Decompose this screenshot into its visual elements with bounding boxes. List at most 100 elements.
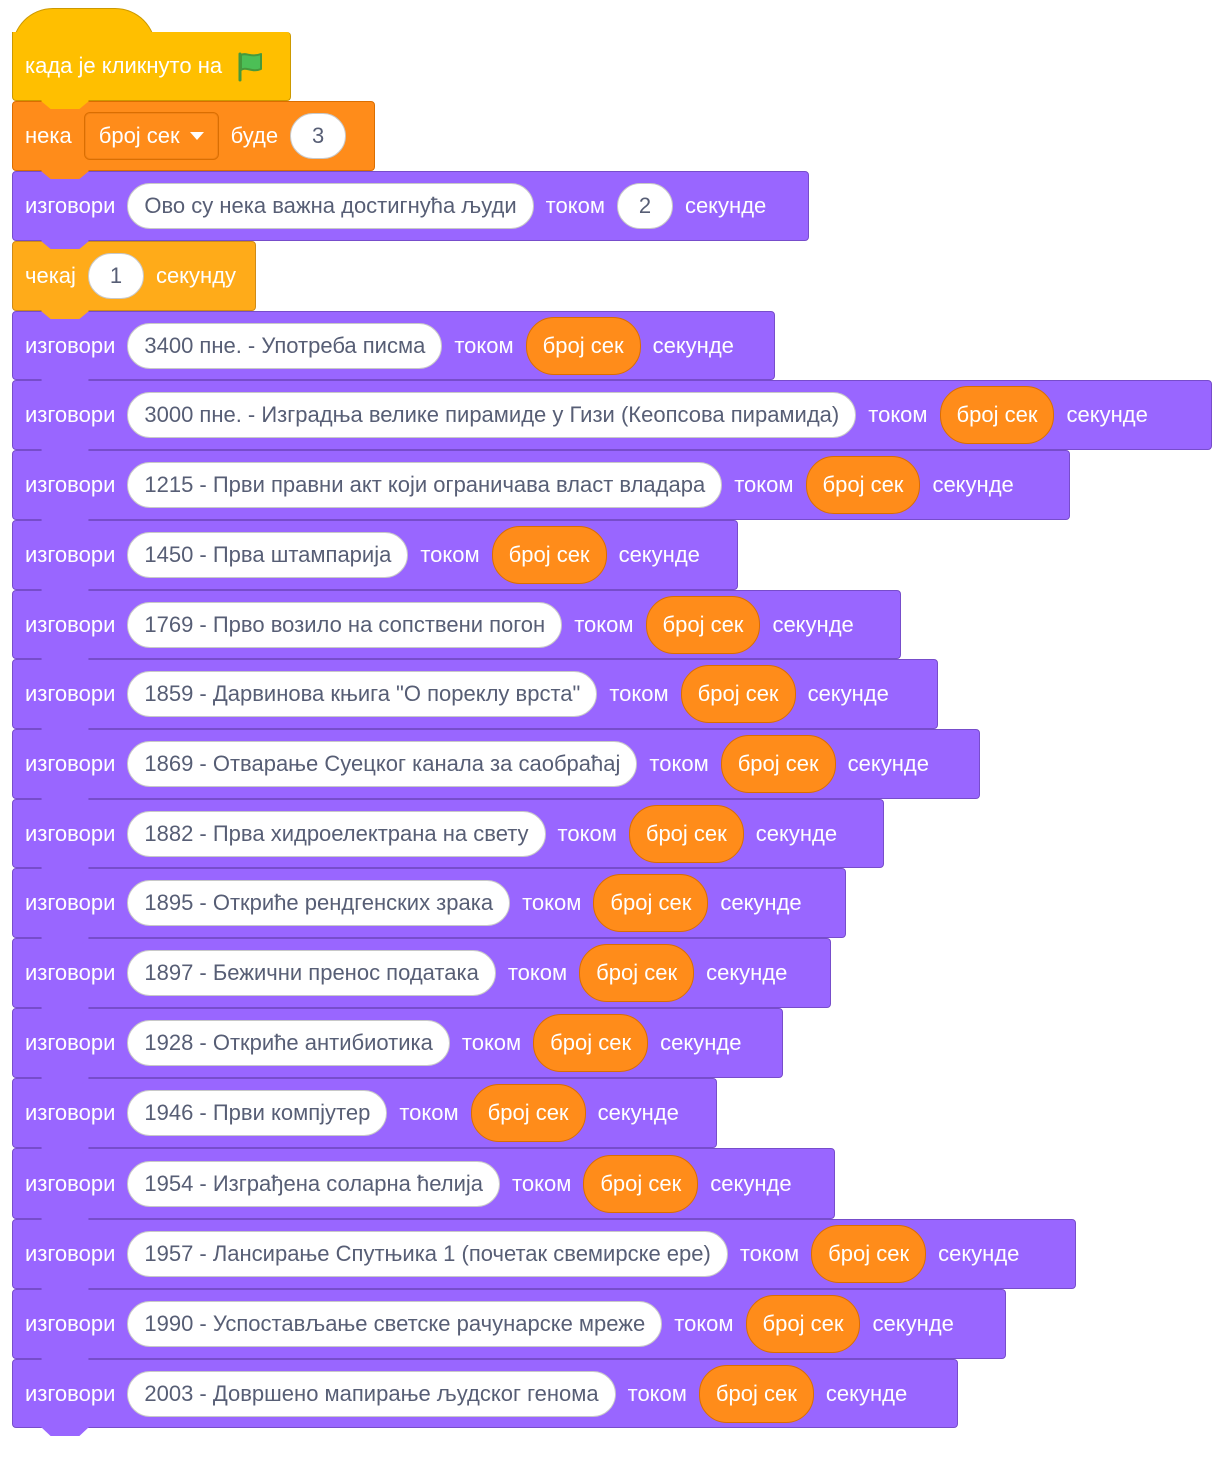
say-message-input[interactable]: 1882 - Прва хидроелектрана на свету	[127, 810, 546, 857]
for-label: током	[454, 332, 514, 358]
variable-reporter[interactable]: број сек	[805, 456, 921, 514]
variable-reporter[interactable]: број сек	[939, 386, 1055, 444]
say-for-secs-block[interactable]: изговори 1990 - Успостављање светске рачу…	[12, 1289, 1006, 1367]
say-label: изговори	[25, 193, 116, 218]
seconds-label: секунде	[807, 681, 889, 706]
say-message-input[interactable]: 1990 - Успостављање светске рачунарске м…	[127, 1301, 663, 1347]
say-label: изговори	[25, 1030, 116, 1055]
wait-label: чекај	[25, 263, 76, 288]
seconds-label: секунде	[772, 611, 854, 637]
say-label: изговори	[25, 542, 116, 567]
block-notch	[41, 520, 89, 528]
say-for-secs-block[interactable]: изговори 1895 - Откриће рендгенских зрака…	[12, 868, 846, 946]
say-label: изговори	[25, 960, 116, 985]
say-message-input[interactable]: 1946 - Први компјутер	[127, 1090, 388, 1136]
variable-reporter[interactable]: број сек	[491, 526, 607, 584]
wait-block[interactable]: чекај 1 секунду	[12, 241, 256, 319]
say-for-secs-block[interactable]: изговори 1954 - Изграђена соларна ћелија т…	[12, 1148, 835, 1227]
say-for-secs-block[interactable]: изговори 1450 - Прва штампарија током број …	[12, 520, 738, 598]
say-message-input[interactable]: 1895 - Откриће рендгенских зрака	[127, 880, 511, 926]
say-for-secs-block[interactable]: изговори 1869 - Отварање Суецког канала з…	[12, 729, 980, 807]
say-for-secs-block[interactable]: изговори 1882 - Прва хидроелектрана на св…	[12, 799, 884, 876]
block-notch	[41, 729, 89, 737]
say-message-input[interactable]: 3400 пне. - Употреба писма	[127, 322, 443, 369]
seconds-label: секунде	[932, 472, 1014, 497]
block-notch	[41, 1008, 89, 1016]
say-label: изговори	[25, 1241, 116, 1266]
say-for-secs-block[interactable]: изговори 3400 пне. - Употреба писма током б…	[12, 311, 775, 388]
when-flag-clicked-block[interactable]: када је кликнуто на	[12, 32, 291, 109]
variable-reporter[interactable]: број сек	[470, 1084, 586, 1142]
variable-reporter[interactable]: број сек	[720, 735, 836, 793]
say-for-secs-block[interactable]: изговори 1215 - Први правни акт који огра…	[12, 450, 1070, 528]
block-notch	[41, 311, 89, 319]
say-message-input[interactable]: 1869 - Отварање Суецког канала за саобра…	[127, 741, 638, 787]
say-label: изговори	[25, 1170, 116, 1196]
set-value-input[interactable]: 3	[290, 113, 347, 159]
say-message-input[interactable]: 1928 - Откриће антибиотика	[127, 1020, 450, 1066]
seconds-label: секунде	[618, 542, 700, 567]
for-label: током	[420, 542, 480, 567]
for-label: током	[512, 1170, 572, 1196]
for-label: током	[627, 1380, 687, 1406]
say-for-secs-block[interactable]: изговори 1946 - Први компјутер током број с…	[12, 1078, 717, 1156]
say-message-input[interactable]: 3000 пне. - Изградња велике пирамиде у Г…	[127, 392, 857, 438]
for-label: током	[649, 751, 709, 776]
variable-reporter[interactable]: број сек	[579, 944, 695, 1002]
for-label: током	[574, 611, 634, 637]
say-for-secs-block[interactable]: изговори 1928 - Откриће антибиотика током б…	[12, 1008, 783, 1086]
say-for-secs-block[interactable]: изговори Ово су нека важна достигнућа љу…	[12, 171, 809, 249]
seconds-label: секунде	[652, 332, 734, 358]
seconds-label: секунде	[847, 751, 929, 776]
wait-value-input[interactable]: 1	[87, 253, 144, 299]
for-label: током	[399, 1100, 459, 1125]
block-notch	[41, 1219, 89, 1227]
seconds-label: секунде	[720, 890, 802, 915]
say-label: изговори	[25, 332, 116, 358]
say-label: изговори	[25, 890, 116, 915]
for-label: током	[507, 960, 568, 985]
variable-reporter[interactable]: број сек	[811, 1225, 927, 1283]
for-label: током	[557, 820, 617, 846]
say-for-secs-block[interactable]: изговори 1769 - Прво возило на сопствени …	[12, 590, 901, 667]
set-label: нека	[25, 123, 72, 148]
variable-reporter[interactable]: број сек	[645, 595, 761, 654]
block-notch	[41, 241, 89, 249]
block-notch	[41, 868, 89, 876]
for-label: током	[609, 681, 669, 706]
say-for-secs-block[interactable]: изговори 3000 пне. - Изградња велике пира…	[12, 380, 1212, 458]
say-message-input[interactable]: 1954 - Изграђена соларна ћелија	[127, 1160, 501, 1207]
say-for-secs-block[interactable]: изговори 1897 - Бежични пренос података то…	[12, 938, 831, 1016]
set-variable-block[interactable]: нека број сек буде 3	[12, 101, 375, 179]
say-message-input[interactable]: Ово су нека важна достигнућа људи	[127, 183, 534, 229]
variable-reporter[interactable]: број сек	[698, 1364, 814, 1423]
say-for-secs-block[interactable]: изговори 2003 - Довршено мапирање људског…	[12, 1359, 958, 1436]
for-label: током	[739, 1241, 800, 1266]
for-label: током	[522, 890, 582, 915]
chevron-down-icon	[189, 132, 204, 140]
variable-reporter[interactable]: број сек	[628, 804, 744, 863]
seconds-label: секунде	[825, 1380, 908, 1406]
variable-reporter[interactable]: број сек	[680, 665, 796, 723]
variable-reporter[interactable]: број сек	[745, 1295, 861, 1353]
say-secs-input[interactable]: 2	[616, 183, 673, 229]
variable-reporter[interactable]: број сек	[533, 1014, 649, 1072]
variable-reporter[interactable]: број сек	[525, 316, 641, 375]
for-label: током	[461, 1030, 522, 1055]
for-label: током	[545, 193, 605, 218]
say-for-secs-block[interactable]: изговори 1957 - Лансирање Спутњика 1 (поч…	[12, 1219, 1076, 1297]
variable-dropdown[interactable]: број сек	[83, 112, 219, 160]
say-for-secs-block[interactable]: изговори 1859 - Дарвинова књига "О порекл…	[12, 659, 938, 737]
say-message-input[interactable]: 1859 - Дарвинова књига "О пореклу врста"	[127, 671, 598, 717]
say-message-input[interactable]: 1450 - Прва штампарија	[127, 532, 409, 578]
say-message-input[interactable]: 2003 - Довршено мапирање људског генома	[127, 1370, 616, 1417]
variable-reporter[interactable]: број сек	[583, 1154, 699, 1213]
say-message-input[interactable]: 1957 - Лансирање Спутњика 1 (почетак све…	[127, 1231, 728, 1277]
seconds-label: секунде	[660, 1030, 742, 1055]
say-label: изговори	[25, 1380, 116, 1406]
say-message-input[interactable]: 1215 - Први правни акт који ограничава в…	[127, 462, 723, 508]
variable-reporter[interactable]: број сек	[593, 874, 709, 932]
say-label: изговори	[25, 1100, 116, 1125]
say-message-input[interactable]: 1897 - Бежични пренос података	[127, 950, 496, 996]
say-message-input[interactable]: 1769 - Прво возило на сопствени погон	[127, 601, 563, 648]
